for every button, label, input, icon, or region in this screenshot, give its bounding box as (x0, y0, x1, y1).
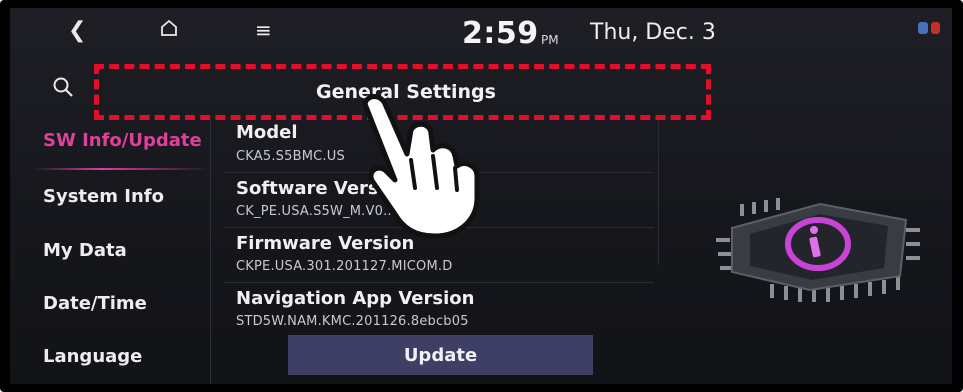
pointing-hand-icon (362, 94, 480, 239)
clock-time: 2:59 (462, 16, 539, 51)
clock-ampm: PM (541, 33, 559, 47)
record-status-icon (931, 22, 940, 34)
sidebar-item-language[interactable]: Language (43, 346, 142, 367)
top-bar: ❮ ≡ 2:59 PM Thu, Dec. 3 (10, 8, 952, 56)
sidebar-item-system-info[interactable]: System Info (43, 186, 164, 207)
voice-status-icon (918, 22, 928, 34)
model-value: CKA5.S5BMC.US (236, 149, 345, 164)
sidebar-item-sw-info-update[interactable]: SW Info/Update (43, 130, 202, 151)
update-button[interactable]: Update (288, 335, 593, 375)
sidebar-item-date-time[interactable]: Date/Time (43, 293, 147, 314)
menu-icon[interactable]: ≡ (255, 18, 272, 42)
navigation-app-version-label: Navigation App Version (236, 288, 475, 309)
sidebar-divider (210, 120, 211, 384)
sidebar-item-my-data[interactable]: My Data (43, 240, 127, 261)
row-divider (224, 282, 654, 283)
back-icon[interactable]: ❮ (68, 18, 86, 43)
screen: ❮ ≡ 2:59 PM Thu, Dec. 3 General Settings… (10, 8, 952, 384)
device-frame: ❮ ≡ 2:59 PM Thu, Dec. 3 General Settings… (0, 0, 963, 392)
date-label: Thu, Dec. 3 (590, 20, 716, 45)
home-icon[interactable] (160, 18, 178, 42)
model-label: Model (236, 122, 298, 143)
search-icon[interactable] (52, 76, 74, 102)
firmware-version-value: CKPE.USA.301.201127.MICOM.D (236, 259, 453, 274)
content-divider (658, 120, 659, 265)
active-underline (32, 168, 208, 170)
navigation-app-version-value: STD5W.NAM.KMC.201126.8ebcb05 (236, 314, 469, 329)
chip-info-icon (716, 198, 920, 302)
